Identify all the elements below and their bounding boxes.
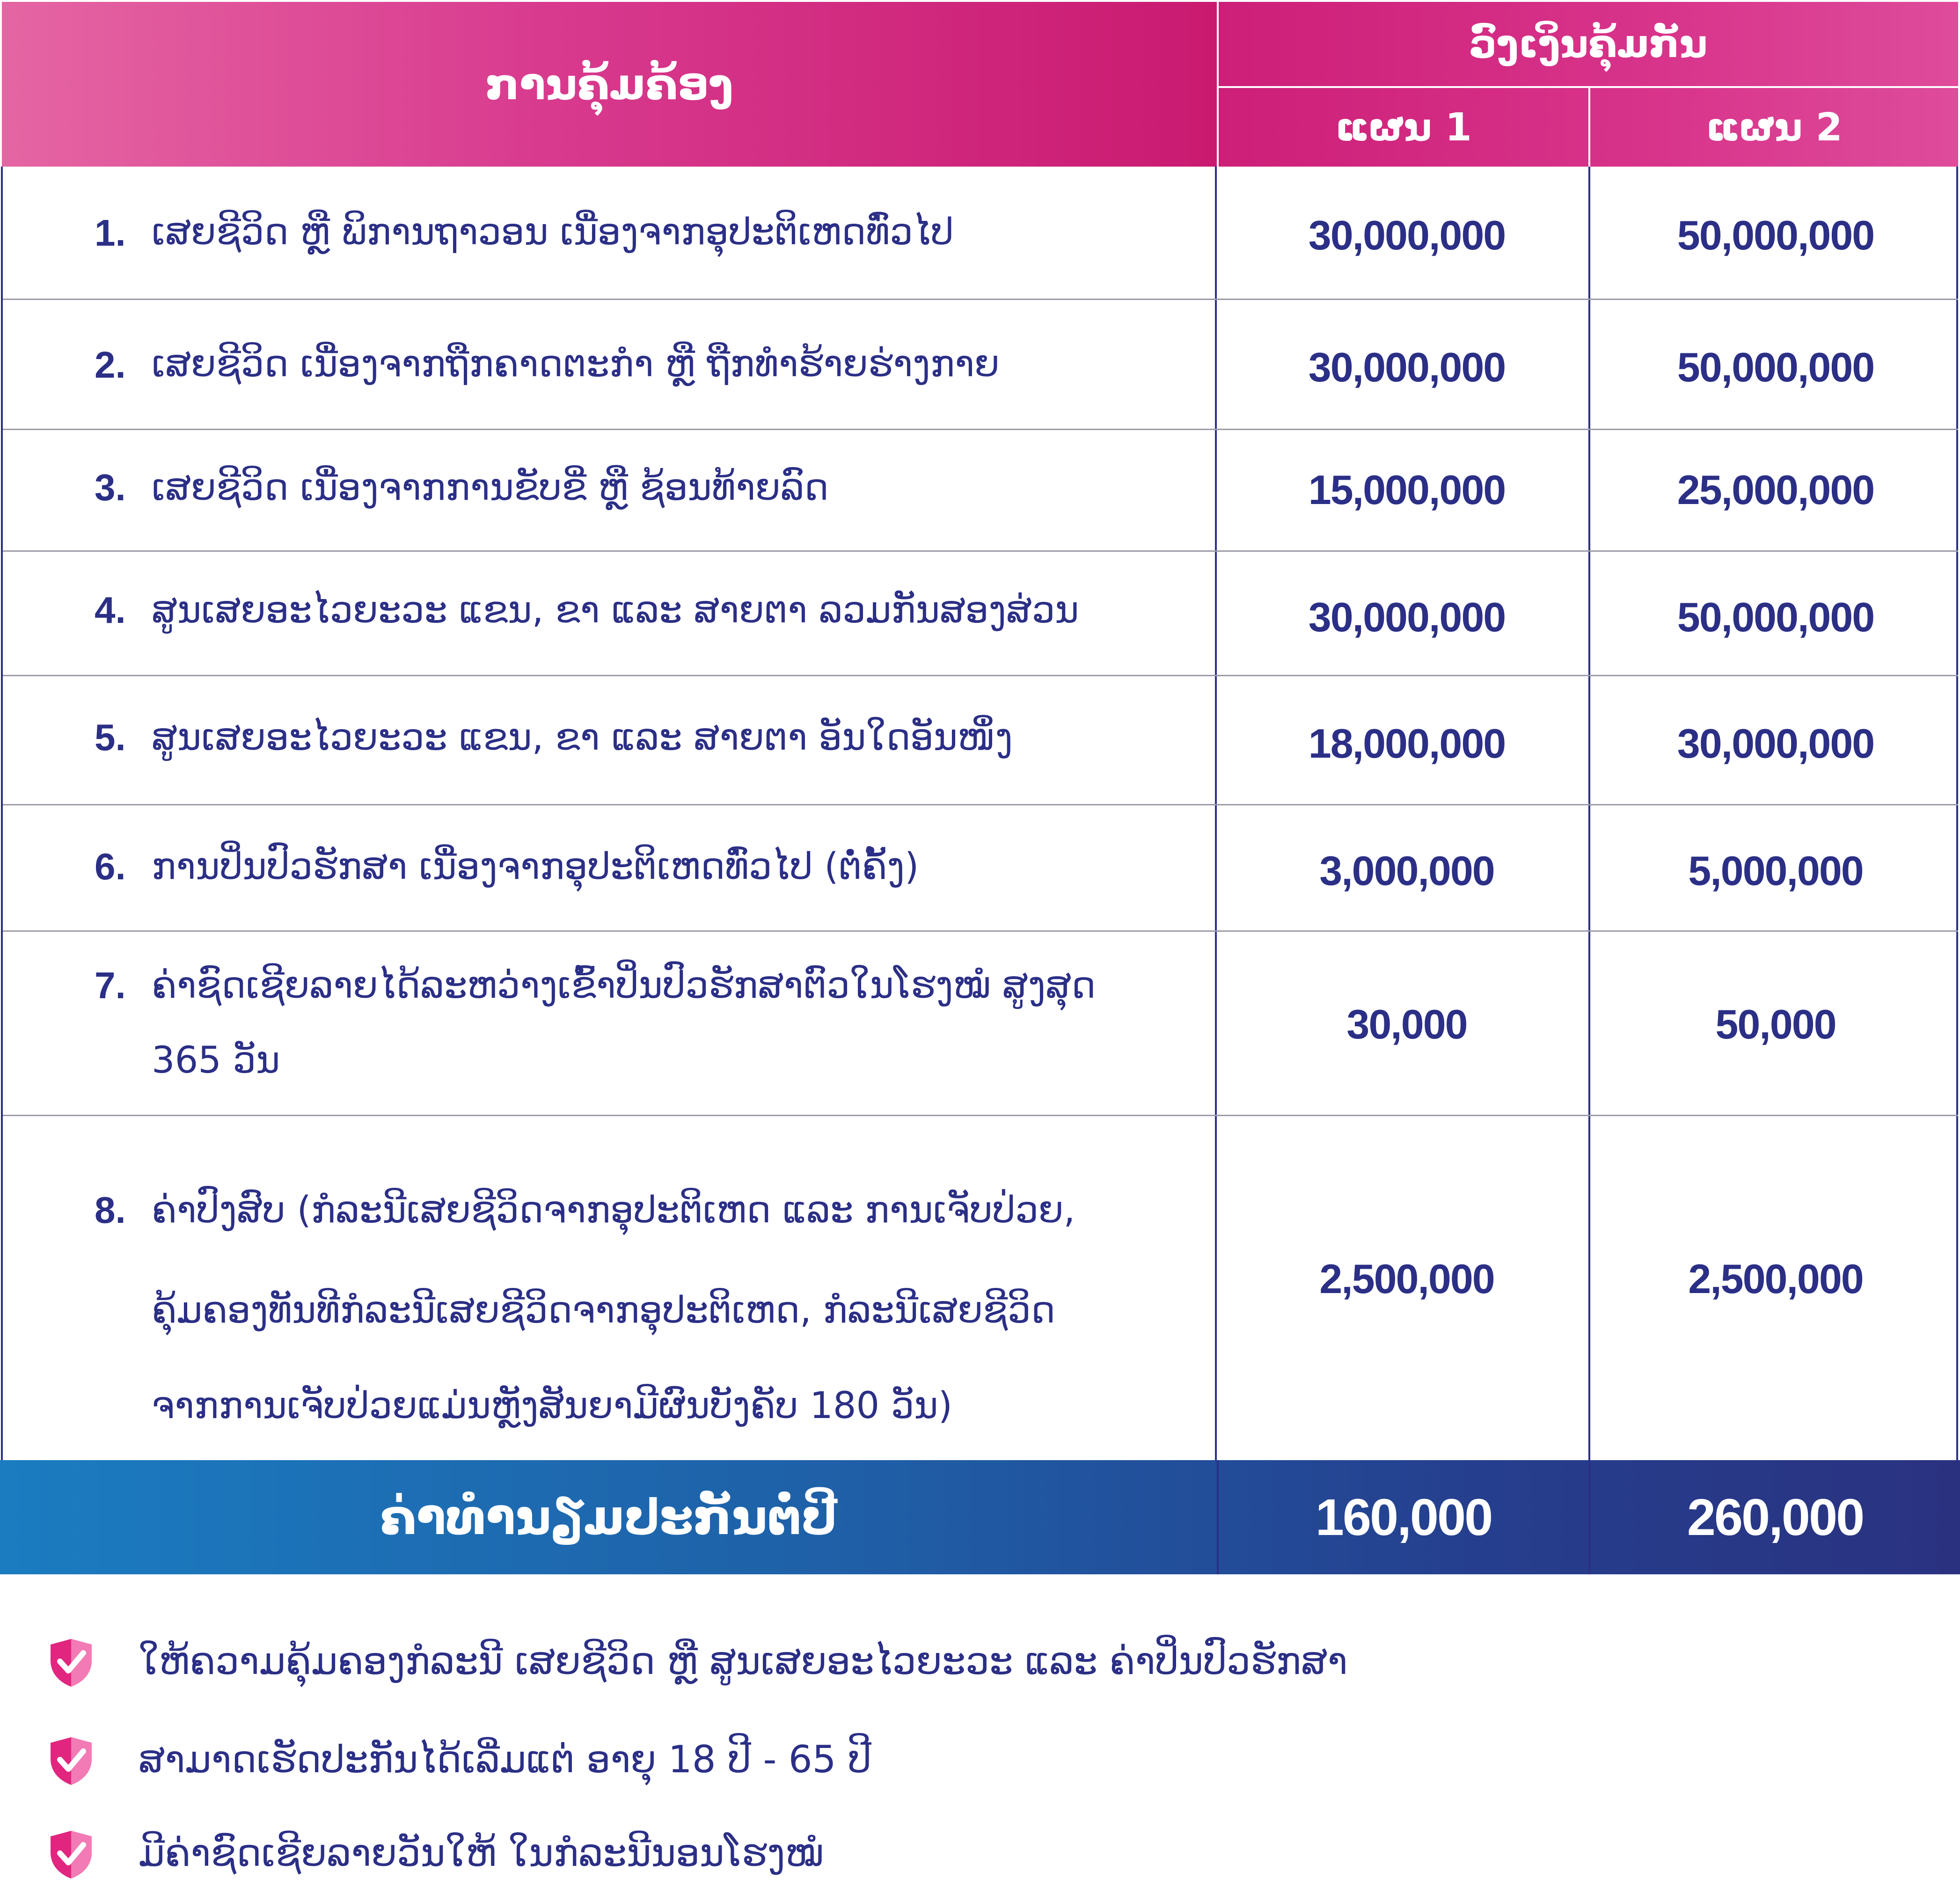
plan2-value: 50,000,000 (1677, 212, 1875, 258)
plan1-premium: 160,000 (1315, 1488, 1493, 1546)
table-row: 8. ຄ່າປົງສົບ (ກໍລະນີເສຍຊີວິດຈາກອຸປະຕິເຫດ… (3, 1115, 1958, 1460)
premium-total-bar: ຄ່າທໍານຽມປະກັນຕໍ່ປີ 160,000 260,000 (0, 1460, 1960, 1574)
plan1-value: 30,000 (1346, 1001, 1468, 1047)
coverage-table-sheet: ການຄຸ້ມຄ້ອງ ວົງເງິນຄຸ້ມກັນ ແຜນ 1 ແຜນ 2 1… (0, 0, 1960, 1879)
row-number: 6. (95, 846, 126, 887)
plan2-header: ແຜນ 2 (1706, 105, 1843, 150)
row-description-line: ຄ່າປົງສົບ (ກໍລະນີເສຍຊີວິດຈາກອຸປະຕິເຫດ ແລ… (152, 1189, 1075, 1231)
coverage-header: ການຄຸ້ມຄ້ອງ (2, 2, 1219, 167)
shield-check-icon (51, 1639, 92, 1687)
plan2-value: 2,500,000 (1688, 1256, 1864, 1302)
row-number: 8. (95, 1189, 126, 1231)
table-row: 6. ການປິ່ນປົວຮັກສາ ເນື່ອງຈາກອຸປະຕິເຫດທົ່… (3, 804, 1958, 930)
row-number: 2. (95, 344, 126, 386)
plan2-value: 50,000,000 (1677, 344, 1875, 390)
plan1-value: 30,000,000 (1308, 344, 1506, 390)
sum-insured-header: ວົງເງິນຄຸ້ມກັນ ແຜນ 1 ແຜນ 2 (1219, 2, 1958, 167)
row-description: ເສຍຊີວິດ ເນື່ອງຈາກການຂັບຂີ່ ຫຼື ຊ້ອນທ້າຍ… (152, 467, 829, 509)
row-description-line: ຄຸ້ມຄອງທັນທີກໍລະນີເສຍຊີວິດຈາກອຸປະຕິເຫດ, … (152, 1289, 1055, 1331)
plan1-value: 15,000,000 (1308, 467, 1506, 513)
plan1-value: 3,000,000 (1319, 848, 1495, 894)
premium-label: ຄ່າທໍານຽມປະກັນຕໍ່ປີ (380, 1489, 837, 1546)
plan1-value: 30,000,000 (1308, 212, 1506, 258)
table-row: 2. ເສຍຊີວິດ ເນື່ອງຈາກຖືກຄາດຕະກໍາ ຫຼື ຖືກ… (3, 299, 1958, 429)
table-row: 7. ຄ່າຊົດເຊີຍລາຍໄດ້ລະຫວ່າງເຂົ້າປິ່ນປົວຮັ… (3, 930, 1958, 1115)
plan2-premium: 260,000 (1687, 1488, 1865, 1546)
coverage-header-title: ການຄຸ້ມຄ້ອງ (485, 59, 733, 110)
row-number: 1. (95, 212, 126, 254)
row-number: 5. (95, 716, 126, 758)
row-number: 3. (95, 467, 126, 508)
sum-insured-title: ວົງເງິນຄຸ້ມກັນ (1219, 2, 1958, 88)
row-description: ສູນເສຍອະໄວຍະວະ ແຂນ, ຂາ ແລະ ສາຍຕາ ລວມກັນສ… (152, 589, 1079, 631)
shield-check-icon (51, 1831, 92, 1879)
table-row: 1. ເສຍຊີວິດ ຫຼື ພິການຖາວອນ ເນື່ອງຈາກອຸປະ… (3, 167, 1958, 299)
plan2-value: 30,000,000 (1677, 720, 1875, 767)
row-description: ສູນເສຍອະໄວຍະວະ ແຂນ, ຂາ ແລະ ສາຍຕາ ອັນໃດອັ… (152, 716, 1013, 759)
plan2-value: 50,000,000 (1677, 594, 1875, 640)
plan1-value: 18,000,000 (1308, 720, 1506, 767)
shield-check-icon (51, 1737, 92, 1785)
row-description: ການປິ່ນປົວຮັກສາ ເນື່ອງຈາກອຸປະຕິເຫດທົ່ວໄປ… (152, 846, 919, 888)
benefit-text: ມີຄ່າຊົດເຊີຍລາຍວັນໃຫ້ ໃນກໍລະນີນອນໂຮງໝໍ (139, 1831, 824, 1875)
row-description: ເສຍຊີວິດ ຫຼື ພິການຖາວອນ ເນື່ອງຈາກອຸປະຕິເ… (152, 211, 954, 253)
row-description-line: ຈາກການເຈັບປ່ວຍແມ່ນຫຼັງສັນຍາມີຜົນບັງຄັບ 1… (152, 1385, 953, 1427)
table-row: 5. ສູນເສຍອະໄວຍະວະ ແຂນ, ຂາ ແລະ ສາຍຕາ ອັນໃ… (3, 675, 1958, 804)
plan2-value: 50,000 (1715, 1001, 1836, 1047)
benefit-text: ສາມາດເຮັດປະກັນໄດ້ເລີ່ມແຕ່ ອາຍຸ 18 ປີ - 6… (139, 1738, 871, 1781)
plan1-value: 30,000,000 (1308, 594, 1506, 640)
plan1-header: ແຜນ 1 (1219, 88, 1590, 167)
plan2-value: 25,000,000 (1677, 467, 1875, 513)
benefit-text: ໃຫ້ຄວາມຄຸ້ມຄອງກໍລະນີ ເສຍຊີວິດ ຫຼື ສູນເສຍ… (139, 1639, 1348, 1683)
table-row: 3. ເສຍຊີວິດ ເນື່ອງຈາກການຂັບຂີ່ ຫຼື ຊ້ອນທ… (3, 429, 1958, 550)
row-description: ເສຍຊີວິດ ເນື່ອງຈາກຖືກຄາດຕະກໍາ ຫຼື ຖືກທໍາ… (152, 343, 1000, 385)
plan2-value: 5,000,000 (1688, 848, 1864, 894)
row-description-line: ຄ່າຊົດເຊີຍລາຍໄດ້ລະຫວ່າງເຂົ້າປິ່ນປົວຮັກສາ… (152, 965, 1096, 1007)
table-row: 4. ສູນເສຍອະໄວຍະວະ ແຂນ, ຂາ ແລະ ສາຍຕາ ລວມກ… (3, 550, 1958, 675)
row-number: 7. (95, 965, 126, 1006)
row-number: 4. (95, 589, 126, 631)
row-description-line: 365 ວັນ (152, 1039, 280, 1082)
plan1-value: 2,500,000 (1319, 1256, 1495, 1302)
